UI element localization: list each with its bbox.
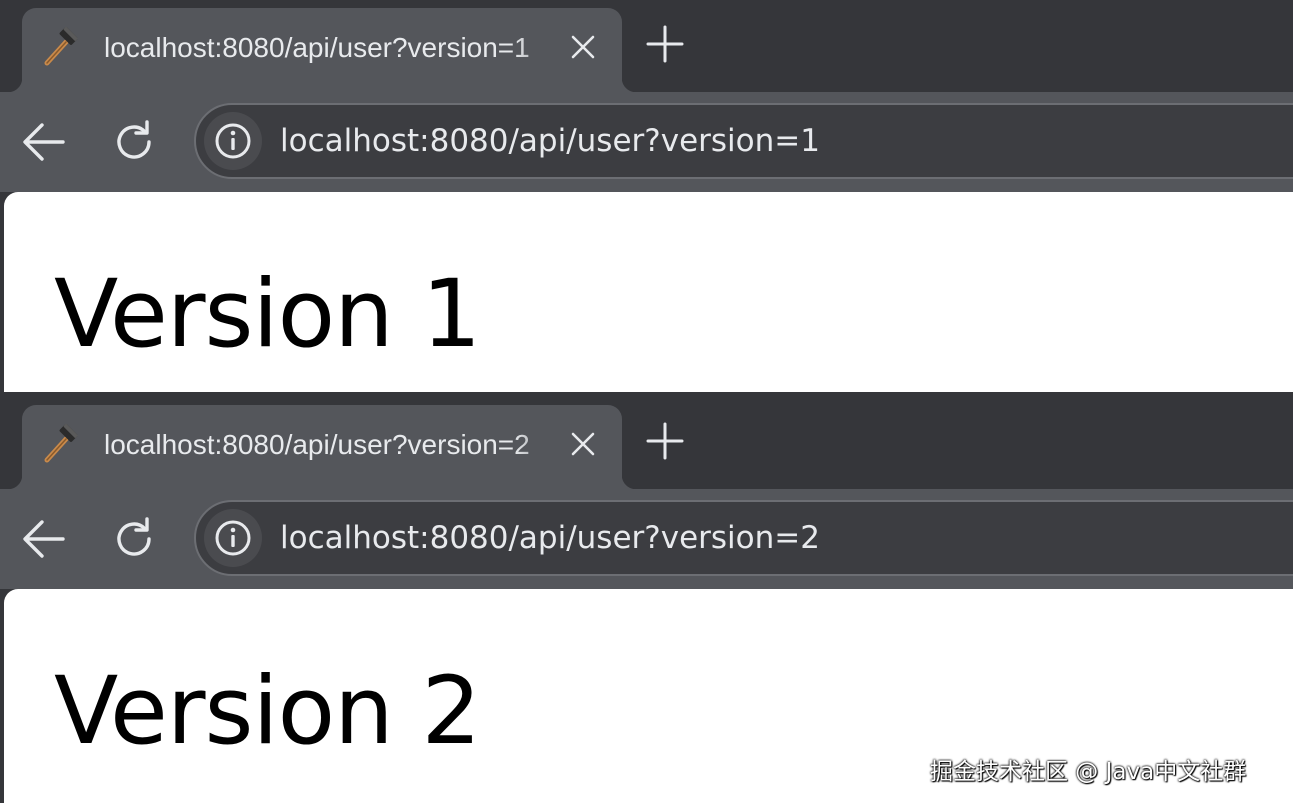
url-input[interactable] bbox=[280, 512, 1180, 564]
reload-icon[interactable] bbox=[110, 515, 158, 563]
hammer-icon bbox=[38, 26, 82, 70]
browser-tab[interactable]: localhost:8080/api/user?version=1 bbox=[8, 8, 636, 92]
page-heading: Version 1 bbox=[54, 260, 481, 369]
close-icon[interactable] bbox=[566, 427, 600, 461]
browser-toolbar bbox=[0, 489, 1293, 589]
reload-icon[interactable] bbox=[110, 118, 158, 166]
info-icon[interactable] bbox=[204, 112, 262, 170]
new-tab-plus-icon[interactable] bbox=[643, 22, 687, 66]
page-content: Version 2 bbox=[4, 589, 1293, 803]
hammer-icon bbox=[38, 423, 82, 467]
tab-strip: localhost:8080/api/user?version=2 bbox=[0, 397, 1293, 489]
page-heading: Version 2 bbox=[54, 657, 481, 766]
browser-window-2: localhost:8080/api/user?version=2 localh… bbox=[0, 397, 1293, 803]
browser-toolbar bbox=[0, 92, 1293, 192]
info-icon[interactable] bbox=[204, 509, 262, 567]
new-tab-plus-icon[interactable] bbox=[643, 419, 687, 463]
browser-tab[interactable]: localhost:8080/api/user?version=2 bbox=[8, 405, 636, 489]
close-icon[interactable] bbox=[566, 30, 600, 64]
address-bar bbox=[194, 500, 1293, 576]
tab-title: localhost:8080/api/user?version=2 bbox=[104, 429, 530, 460]
address-bar bbox=[194, 103, 1293, 179]
browser-window-1: localhost:8080/api/user?version=1 localh… bbox=[0, 0, 1293, 392]
tab-strip: localhost:8080/api/user?version=1 bbox=[0, 0, 1293, 92]
back-arrow-icon[interactable] bbox=[20, 118, 68, 166]
back-arrow-icon[interactable] bbox=[20, 515, 68, 563]
tab-title: localhost:8080/api/user?version=1 bbox=[104, 32, 530, 63]
url-input[interactable] bbox=[280, 115, 1180, 167]
page-content: Version 1 bbox=[4, 192, 1293, 392]
